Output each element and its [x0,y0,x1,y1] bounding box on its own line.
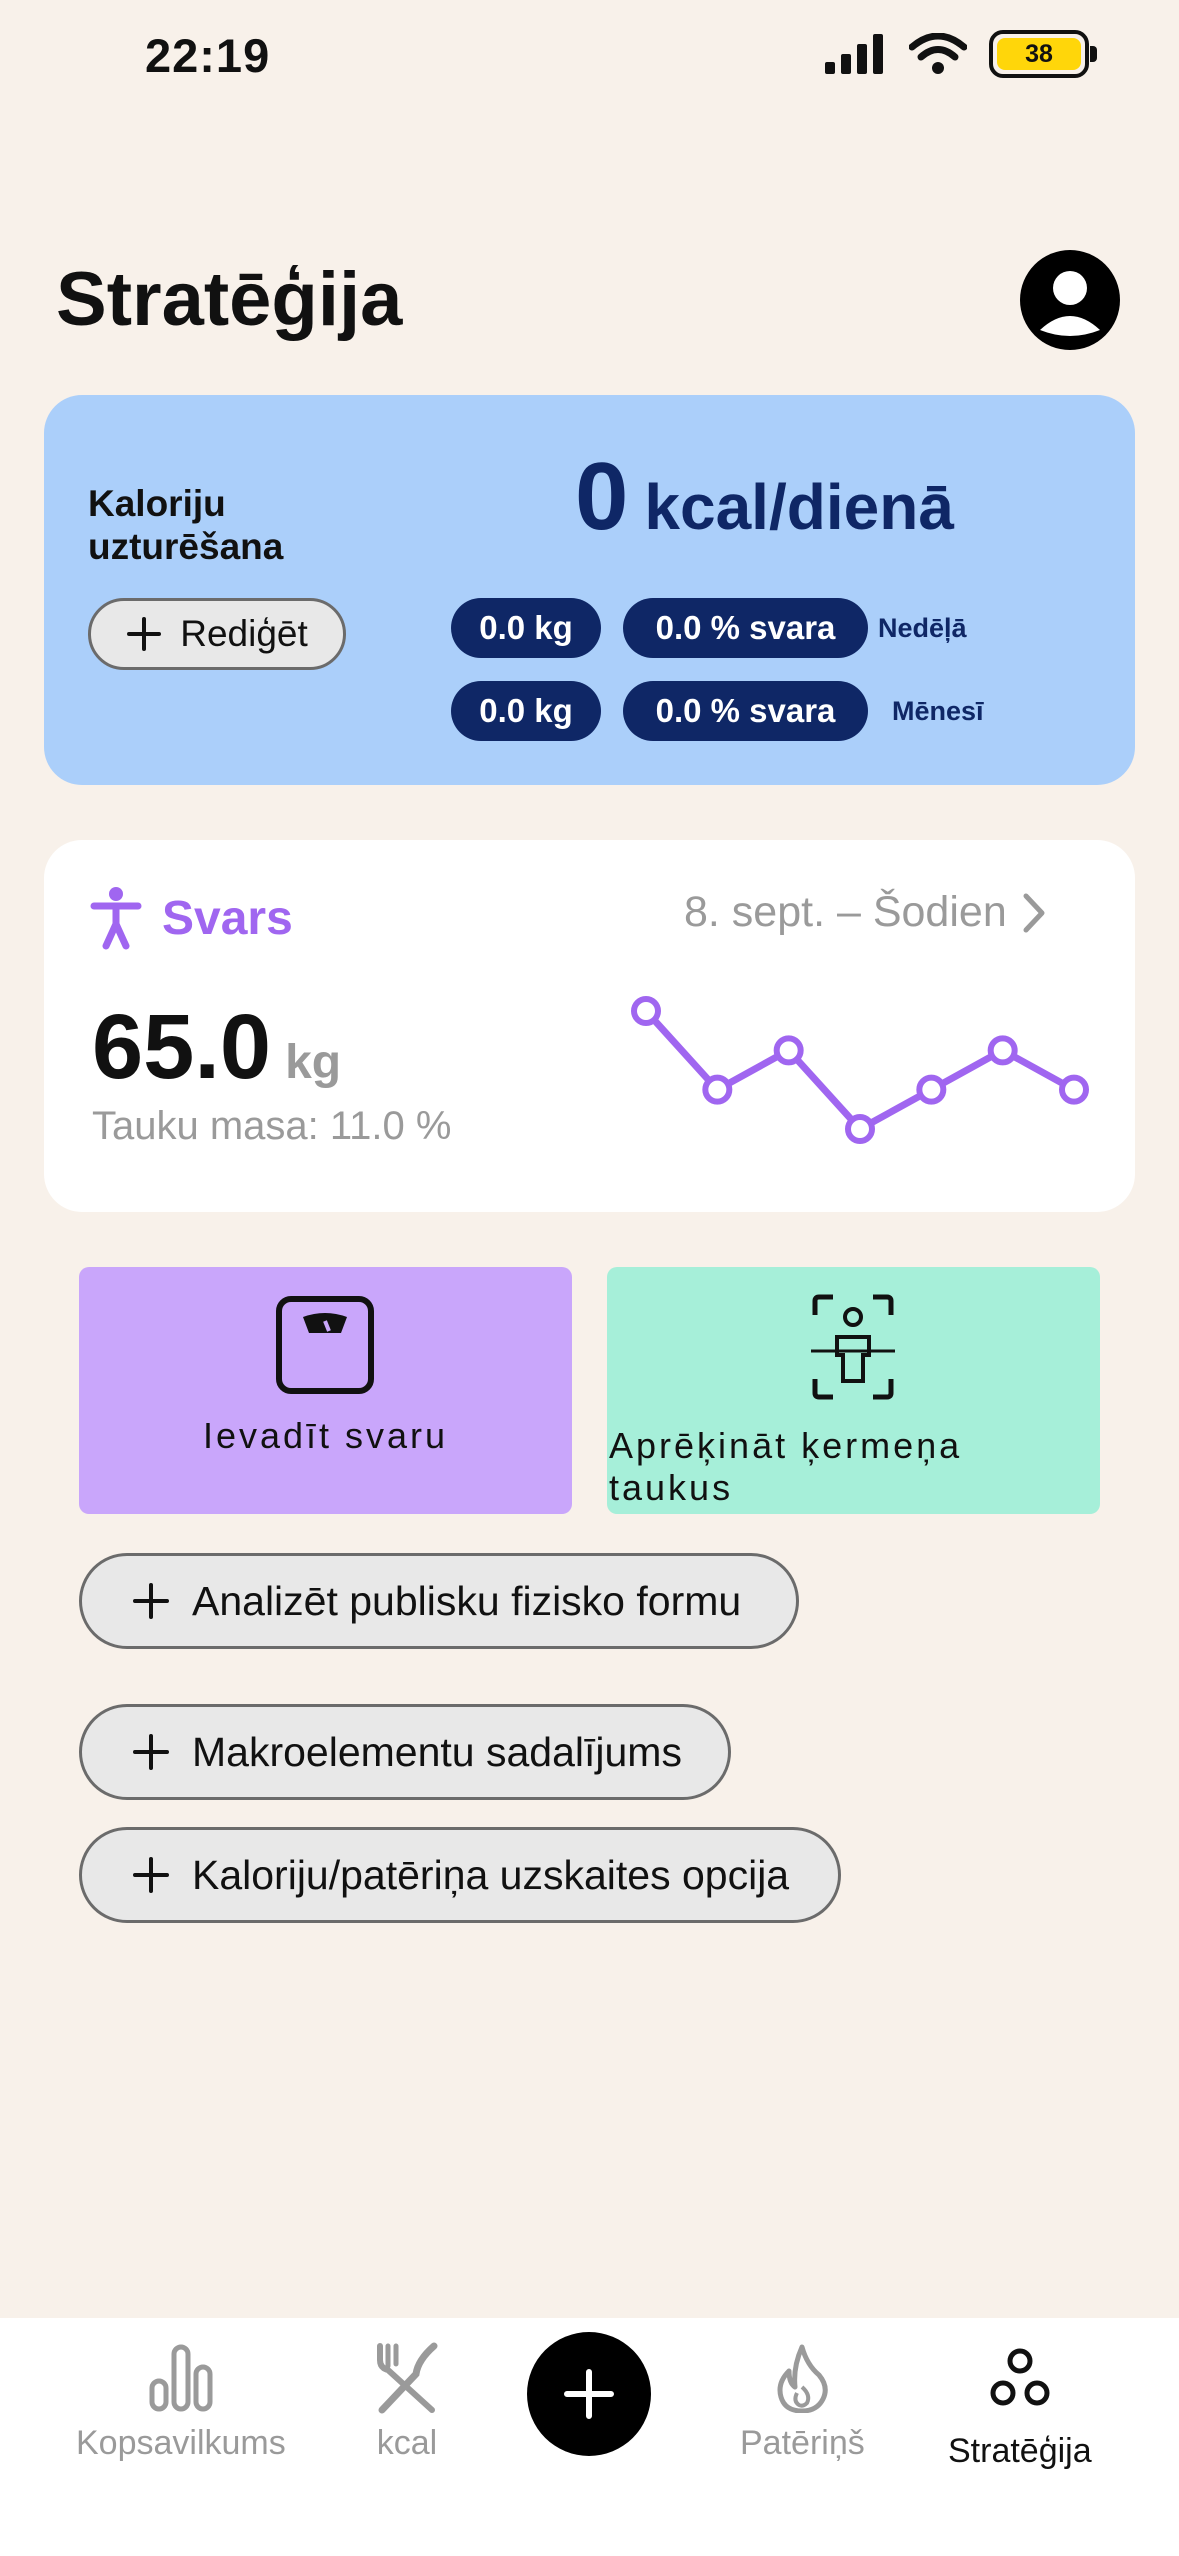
body-fat-label: Aprēķināt ķermeņa taukus [609,1425,963,1508]
plus-icon [564,2369,614,2419]
status-bar: 22:19 38 [0,0,1179,120]
body-fat-tile[interactable]: Aprēķināt ķermeņa taukus [607,1267,1100,1514]
analyze-public-physique-button[interactable]: Analizēt publisku fizisko formu [79,1553,799,1649]
log-weight-label: Ievadīt svaru [202,1415,449,1456]
trend-point [916,1074,947,1105]
weight-title-label: Svars [162,891,293,945]
fork-knife-icon [377,2342,438,2414]
weight-unit: kg [285,1036,342,1089]
status-time: 22:19 [145,29,271,82]
weekly-kg-badge: 0.0 kg [451,598,601,658]
monthly-kg-badge: 0.0 kg [451,681,601,741]
trend-point [845,1114,875,1144]
calorie-number: 0 [575,443,629,550]
trend-point [702,1074,733,1105]
calorie-label: Kaloriju uzturēšana [88,483,284,567]
weight-value: 65.0 kg [92,995,341,1100]
weight-number: 65.0 [92,996,272,1098]
weekly-pct-badge: 0.0 % svara [623,598,868,658]
tab-burn-label: Patēriņš [740,2424,865,2462]
tab-summary[interactable]: Kopsavilkums [76,2338,286,2463]
calorie-value: 0 kcal/dienā [575,442,954,552]
page-title: Stratēģija [56,257,403,342]
tracking-option-label: Kaloriju/patēriņa uzskaites opcija [192,1851,790,1898]
trend-line [643,1008,1076,1133]
strategy-circles-icon [990,2348,1050,2406]
monthly-label: Mēnesī [892,696,984,726]
weight-title: Svars [90,886,293,950]
edit-button[interactable]: Rediģēt [88,598,346,670]
tab-kcal[interactable]: kcal [372,2338,442,2463]
tab-strategy[interactable]: Stratēģija [948,2338,1092,2471]
battery-indicator: 38 [989,30,1097,78]
weekly-label: Nedēļā [878,613,967,643]
macro-breakdown-button[interactable]: Makroelementu sadalījums [79,1704,731,1800]
date-range-label: 8. sept. – Šodien [684,888,1007,936]
flame-icon [777,2344,829,2413]
plus-icon [127,617,162,651]
weight-trend-sparkline [631,996,1089,1144]
tab-summary-label: Kopsavilkums [76,2424,286,2462]
wifi-icon [909,33,967,74]
body-fat-text: Tauku masa: 11.0 % [92,1104,452,1148]
macro-label: Makroelementu sadalījums [192,1728,682,1775]
plus-icon [133,1583,169,1619]
person-icon [90,887,142,950]
battery-level: 38 [1025,39,1053,68]
status-icons: 38 [825,30,1097,78]
chevron-right-icon [1023,893,1045,932]
trend-point [773,1035,804,1066]
tab-strategy-label: Stratēģija [948,2432,1092,2470]
signal-icon [825,34,883,74]
add-button[interactable] [527,2332,651,2456]
body-scan-icon [811,1294,895,1400]
tab-kcal-label: kcal [376,2424,438,2462]
plus-icon [133,1857,169,1893]
edit-button-label: Rediģēt [180,613,308,654]
calorie-tracking-option-button[interactable]: Kaloriju/patēriņa uzskaites opcija [79,1827,841,1923]
scale-icon [276,1296,374,1394]
user-icon [1040,271,1100,336]
log-weight-tile[interactable]: Ievadīt svaru [79,1267,572,1514]
analyze-label: Analizēt publisku fizisko formu [192,1577,742,1624]
plus-icon [133,1734,169,1770]
monthly-pct-badge: 0.0 % svara [623,681,868,741]
date-range-link[interactable]: 8. sept. – Šodien [684,888,1047,937]
trend-point [987,1035,1018,1066]
profile-avatar-button[interactable] [1020,250,1120,350]
trend-point [631,996,661,1026]
trend-point [1059,1074,1089,1105]
calorie-unit: kcal/dienā [644,471,954,543]
tab-burn[interactable]: Patēriņš [740,2338,865,2463]
bar-chart-icon [149,2344,213,2412]
